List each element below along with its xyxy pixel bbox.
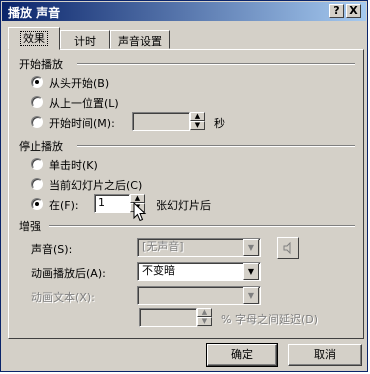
help-button[interactable]: ? xyxy=(329,4,344,18)
tab-effect[interactable]: 效果 xyxy=(8,27,60,50)
start-group-divider xyxy=(77,63,355,65)
enhance-group-title: 增强 xyxy=(19,220,41,233)
spin-down-icon[interactable]: ▼ xyxy=(190,121,205,130)
tab-sound-settings-label: 声音设置 xyxy=(118,35,162,48)
spin-up-icon[interactable]: ▲ xyxy=(197,308,212,317)
sound-label: 声音(S): xyxy=(31,243,73,256)
sound-select-value: [无声音] xyxy=(142,240,184,253)
radio-after-slides[interactable] xyxy=(31,198,43,210)
radio-start-time-label[interactable]: 开始时间(M): xyxy=(49,115,115,131)
chevron-down-icon[interactable]: ▼ xyxy=(243,287,259,304)
radio-after-current-slide-label[interactable]: 当前幻灯片之后(C) xyxy=(49,177,142,193)
title-bar[interactable]: 播放 声音 ? X xyxy=(2,2,366,21)
radio-from-last-position-label[interactable]: 从上一位置(L) xyxy=(49,95,119,111)
stop-group-title: 停止播放 xyxy=(19,140,63,153)
after-slides-value: 1 xyxy=(98,196,105,209)
radio-from-beginning[interactable] xyxy=(31,76,43,88)
tab-timing-label: 计时 xyxy=(74,35,96,48)
spin-down-icon[interactable]: ▼ xyxy=(197,317,212,326)
chevron-down-icon[interactable]: ▼ xyxy=(243,263,259,280)
speaker-icon xyxy=(283,241,291,255)
radio-from-beginning-label[interactable]: 从头开始(B) xyxy=(49,75,109,91)
radio-on-click-label[interactable]: 单击时(K) xyxy=(49,157,98,173)
start-time-input[interactable] xyxy=(132,112,190,131)
spin-up-icon[interactable]: ▲ xyxy=(190,112,205,121)
mouse-pointer-icon xyxy=(133,202,147,222)
after-slides-input[interactable]: 1 xyxy=(94,194,130,213)
radio-on-click[interactable] xyxy=(31,158,43,170)
after-animation-value: 不变暗 xyxy=(142,264,175,277)
animate-text-label: 动画文本(X): xyxy=(31,291,95,304)
tab-timing[interactable]: 计时 xyxy=(60,30,110,49)
start-time-spinner[interactable]: ▲ ▼ xyxy=(190,112,205,131)
letter-delay-spinner[interactable]: ▲ ▼ xyxy=(197,308,212,327)
speaker-button[interactable] xyxy=(277,237,299,259)
close-button[interactable]: X xyxy=(346,4,361,18)
ok-button[interactable]: 确定 xyxy=(206,343,278,367)
tab-effect-label: 效果 xyxy=(20,31,48,46)
dialog-window: 播放 声音 ? X 效果 计时 声音设置 开始播放 从头开始(B) 从上一位置(… xyxy=(0,0,368,372)
tab-sound-settings[interactable]: 声音设置 xyxy=(110,30,170,49)
radio-after-slides-label[interactable]: 在(F): xyxy=(49,197,79,213)
after-slides-suffix: 张幻灯片后 xyxy=(156,199,211,212)
cancel-button[interactable]: 取消 xyxy=(288,344,362,366)
stop-group-divider xyxy=(77,145,355,147)
radio-after-current-slide[interactable] xyxy=(31,178,43,190)
letter-delay-suffix: % 字母之间延迟(D) xyxy=(221,313,319,326)
letter-delay-input[interactable] xyxy=(139,308,197,327)
tab-panel: 开始播放 从头开始(B) 从上一位置(L) 开始时间(M): ▲ ▼ 秒 停止播… xyxy=(8,49,364,339)
start-group-title: 开始播放 xyxy=(19,58,63,71)
radio-start-time[interactable] xyxy=(31,116,43,128)
start-time-unit: 秒 xyxy=(214,117,225,130)
enhance-group-divider xyxy=(49,225,355,227)
after-animation-label: 动画播放后(A): xyxy=(31,267,106,280)
dialog-title: 播放 声音 xyxy=(8,6,61,20)
radio-from-last-position[interactable] xyxy=(31,96,43,108)
chevron-down-icon[interactable]: ▼ xyxy=(243,239,259,256)
